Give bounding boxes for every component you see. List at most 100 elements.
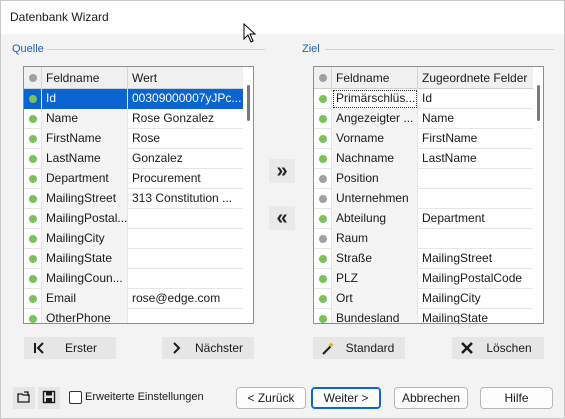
source-fieldname-cell[interactable]: LastName: [42, 149, 128, 169]
source-row[interactable]: FirstName Rose: [24, 129, 243, 149]
target-fieldname-cell[interactable]: Vorname: [332, 129, 418, 149]
target-row[interactable]: Straße MailingStreet: [314, 249, 533, 269]
first-record-button[interactable]: Erster: [24, 337, 116, 359]
target-value-cell[interactable]: Name: [418, 109, 533, 129]
source-row[interactable]: MailingState: [24, 249, 243, 269]
source-row[interactable]: LastName Gonzalez: [24, 149, 243, 169]
source-fieldname-cell[interactable]: MailingCity: [42, 229, 128, 249]
target-value-cell[interactable]: MailingPostalCode: [418, 269, 533, 289]
source-value-cell[interactable]: 00309000007yJPc...: [128, 89, 243, 109]
source-fieldname-cell[interactable]: MailingCoun...: [42, 269, 128, 289]
source-fieldname-cell[interactable]: MailingState: [42, 249, 128, 269]
source-scroll-thumb[interactable]: [247, 85, 250, 121]
source-value-cell[interactable]: [128, 309, 243, 323]
source-field-grid[interactable]: Feldname Wert Id 00309000007yJPc... Name Ro…: [23, 66, 254, 324]
target-fieldname-cell[interactable]: Abteilung: [332, 209, 418, 229]
save-button[interactable]: [38, 387, 60, 409]
delete-mapping-button[interactable]: Löschen: [452, 337, 544, 359]
source-value-cell[interactable]: [128, 249, 243, 269]
target-value-cell[interactable]: Department: [418, 209, 533, 229]
target-fieldname-cell[interactable]: Ort: [332, 289, 418, 309]
target-row[interactable]: Vorname FirstName: [314, 129, 533, 149]
source-group-divider: [47, 49, 265, 50]
source-row[interactable]: Email rose@edge.com: [24, 289, 243, 309]
target-fieldname-cell[interactable]: Angezeigter ...: [332, 109, 418, 129]
source-fieldname-cell[interactable]: MailingStreet: [42, 189, 128, 209]
source-value-cell[interactable]: [128, 269, 243, 289]
row-status: [24, 209, 42, 229]
target-row[interactable]: Angezeigter ... Name: [314, 109, 533, 129]
target-header-mapped[interactable]: Zugeordnete Felder: [418, 67, 533, 89]
source-row[interactable]: MailingStreet 313 Constitution ...: [24, 189, 243, 209]
source-value-cell[interactable]: [128, 229, 243, 249]
source-row[interactable]: Name Rose Gonzalez: [24, 109, 243, 129]
row-status: [314, 289, 332, 309]
source-header-fieldname[interactable]: Feldname: [42, 67, 128, 89]
target-row[interactable]: Ort MailingCity: [314, 289, 533, 309]
target-value-cell[interactable]: [418, 229, 533, 249]
target-fieldname-cell[interactable]: PLZ: [332, 269, 418, 289]
source-fieldname-cell[interactable]: Id: [42, 89, 128, 109]
target-scroll-thumb[interactable]: [537, 85, 540, 121]
target-value-cell[interactable]: MailingState: [418, 309, 533, 323]
source-value-cell[interactable]: Rose: [128, 129, 243, 149]
source-row[interactable]: MailingCity: [24, 229, 243, 249]
target-fieldname-cell[interactable]: Straße: [332, 249, 418, 269]
source-value-cell[interactable]: [128, 209, 243, 229]
source-fieldname-cell[interactable]: Email: [42, 289, 128, 309]
source-row[interactable]: Department Procurement: [24, 169, 243, 189]
standard-mapping-button[interactable]: Standard: [313, 337, 405, 359]
source-fieldname-cell[interactable]: MailingPostal...: [42, 209, 128, 229]
source-row[interactable]: OtherPhone: [24, 309, 243, 323]
source-row[interactable]: Id 00309000007yJPc...: [24, 89, 243, 109]
source-scrollbar[interactable]: [243, 67, 253, 323]
source-value-cell[interactable]: Procurement: [128, 169, 243, 189]
target-fieldname-cell[interactable]: Bundesland: [332, 309, 418, 323]
target-row[interactable]: Abteilung Department: [314, 209, 533, 229]
next-record-button[interactable]: Nächster: [162, 337, 254, 359]
source-header-value[interactable]: Wert: [128, 67, 243, 89]
target-value-cell[interactable]: MailingCity: [418, 289, 533, 309]
row-status: [24, 129, 42, 149]
next-button[interactable]: Weiter >: [311, 387, 381, 409]
source-value-cell[interactable]: rose@edge.com: [128, 289, 243, 309]
map-left-button[interactable]: «: [269, 206, 295, 230]
target-row[interactable]: Bundesland MailingState: [314, 309, 533, 323]
target-fieldname-cell[interactable]: Nachname: [332, 149, 418, 169]
target-field-grid[interactable]: Feldname Zugeordnete Felder Primärschlüs…: [313, 66, 544, 324]
advanced-settings-checkbox[interactable]: [69, 391, 82, 404]
source-row[interactable]: MailingCoun...: [24, 269, 243, 289]
target-value-cell[interactable]: LastName: [418, 149, 533, 169]
advanced-settings-label[interactable]: Erweiterte Einstellungen: [85, 391, 204, 403]
map-right-button[interactable]: »: [269, 159, 295, 183]
target-row[interactable]: Primärschlüs... Id: [314, 89, 533, 109]
target-fieldname-cell[interactable]: Raum: [332, 229, 418, 249]
target-value-cell[interactable]: [418, 169, 533, 189]
target-value-cell[interactable]: FirstName: [418, 129, 533, 149]
target-value-cell[interactable]: [418, 189, 533, 209]
target-fieldname-cell[interactable]: Unternehmen: [332, 189, 418, 209]
target-row[interactable]: Raum: [314, 229, 533, 249]
source-value-cell[interactable]: Gonzalez: [128, 149, 243, 169]
target-row[interactable]: PLZ MailingPostalCode: [314, 269, 533, 289]
target-scrollbar[interactable]: [533, 67, 543, 323]
target-fieldname-cell[interactable]: Position: [332, 169, 418, 189]
source-fieldname-cell[interactable]: Department: [42, 169, 128, 189]
cancel-button[interactable]: Abbrechen: [394, 387, 468, 409]
source-fieldname-cell[interactable]: Name: [42, 109, 128, 129]
source-fieldname-cell[interactable]: FirstName: [42, 129, 128, 149]
source-row[interactable]: MailingPostal...: [24, 209, 243, 229]
target-row[interactable]: Nachname LastName: [314, 149, 533, 169]
target-value-cell[interactable]: MailingStreet: [418, 249, 533, 269]
help-button[interactable]: Hilfe: [480, 387, 553, 409]
source-fieldname-cell[interactable]: OtherPhone: [42, 309, 128, 323]
target-row[interactable]: Unternehmen: [314, 189, 533, 209]
target-row[interactable]: Position: [314, 169, 533, 189]
open-button[interactable]: [13, 387, 35, 409]
target-fieldname-cell[interactable]: Primärschlüs...: [332, 89, 418, 109]
target-header-fieldname[interactable]: Feldname: [332, 67, 418, 89]
back-button[interactable]: < Zurück: [236, 387, 306, 409]
target-value-cell[interactable]: Id: [418, 89, 533, 109]
source-value-cell[interactable]: 313 Constitution ...: [128, 189, 243, 209]
source-value-cell[interactable]: Rose Gonzalez: [128, 109, 243, 129]
